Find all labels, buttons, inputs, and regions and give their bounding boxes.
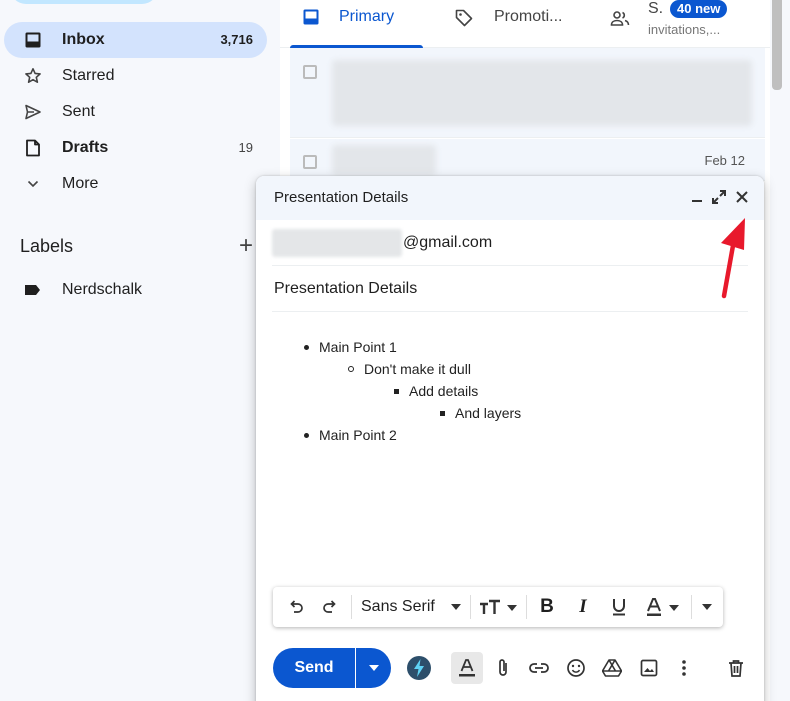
scrollbar-thumb[interactable]	[772, 0, 782, 90]
bullet-disc	[304, 345, 309, 350]
inbox-count: 3,716	[220, 32, 253, 47]
redacted-recipient	[272, 229, 402, 257]
formatting-options-icon[interactable]	[451, 652, 483, 684]
sidebar-item-label: More	[62, 175, 99, 192]
font-size-icon[interactable]	[479, 595, 519, 619]
sidebar-item-label: Inbox	[62, 31, 105, 48]
toolbar-divider	[470, 595, 471, 619]
expand-icon[interactable]	[710, 188, 728, 206]
inbox-icon	[24, 31, 42, 49]
tab-promotions[interactable]: Promoti...	[440, 0, 580, 48]
inbox-tab-icon	[302, 8, 320, 31]
sidebar: Inbox 3,716 Starred Sent Drafts 19 More …	[0, 0, 280, 701]
close-icon[interactable]	[733, 188, 751, 206]
recipients-field[interactable]: @gmail.com	[272, 220, 748, 266]
compose-window: Presentation Details @gmail.com Presenta…	[256, 176, 764, 701]
label-icon	[24, 282, 42, 303]
list-item-text: And layers	[455, 405, 522, 421]
list-item-text: Add details	[409, 383, 479, 399]
toolbar-divider	[351, 595, 352, 619]
list-item-text: Main Point 2	[319, 427, 397, 443]
new-count-badge: 40 new	[670, 0, 728, 18]
italic-icon[interactable]: I	[572, 595, 594, 619]
undo-icon[interactable]	[285, 595, 307, 619]
subject-value: Presentation Details	[274, 280, 418, 297]
compose-title: Presentation Details	[274, 189, 409, 206]
toolbar-divider	[526, 595, 527, 619]
tab-label: Promoti...	[494, 8, 563, 25]
tab-primary[interactable]: Primary	[290, 0, 423, 48]
bullet-square	[394, 389, 399, 394]
toolbar-divider	[691, 595, 692, 619]
attach-icon[interactable]	[491, 656, 515, 680]
bullet-circle	[348, 366, 354, 372]
compose-button[interactable]	[10, 0, 158, 4]
draft-icon	[24, 139, 42, 157]
labels-heading: Labels	[20, 236, 74, 256]
label-name: Nerdschalk	[62, 281, 143, 298]
row-checkbox[interactable]	[303, 65, 317, 79]
list-item: Don't make it dull	[348, 358, 471, 380]
sidebar-item-label: Starred	[62, 67, 115, 84]
category-tabs: Primary Promoti... S. 40 new invitations…	[280, 0, 770, 48]
sidebar-item-label: Drafts	[62, 139, 109, 156]
subject-field[interactable]: Presentation Details	[272, 266, 748, 312]
dropdown-arrow-icon[interactable]	[449, 595, 463, 619]
link-icon[interactable]	[527, 656, 551, 680]
send-options-button[interactable]	[356, 648, 391, 688]
redo-icon[interactable]	[319, 595, 341, 619]
list-item-text: Don't make it dull	[364, 361, 471, 377]
row-checkbox[interactable]	[303, 155, 317, 169]
text-color-icon[interactable]	[645, 595, 685, 619]
sidebar-item-more[interactable]: More	[4, 166, 267, 202]
bullet-disc	[304, 433, 309, 438]
more-formatting-icon[interactable]	[698, 595, 716, 619]
drive-icon[interactable]	[600, 656, 624, 680]
sidebar-item-sent[interactable]: Sent	[4, 94, 267, 130]
sidebar-item-inbox[interactable]: Inbox 3,716	[4, 22, 267, 58]
discard-draft-icon[interactable]	[724, 656, 748, 680]
people-icon	[610, 10, 630, 33]
list-item: Main Point 1	[304, 336, 397, 358]
sidebar-label-nerdschalk[interactable]: Nerdschalk	[4, 272, 267, 308]
font-family-select[interactable]: Sans Serif	[361, 598, 435, 616]
formatting-toolbar: Sans Serif B I	[273, 587, 723, 627]
bold-icon[interactable]: B	[536, 595, 558, 619]
star-icon	[24, 67, 42, 85]
drafts-count: 19	[238, 140, 253, 155]
redacted-sender	[332, 145, 436, 175]
sidebar-item-drafts[interactable]: Drafts 19	[4, 130, 267, 166]
ai-assist-icon[interactable]	[405, 654, 433, 682]
row-date: Feb 12	[704, 153, 745, 168]
annotation-arrow	[721, 218, 745, 299]
list-item: Main Point 2	[304, 424, 397, 446]
tag-icon	[454, 8, 474, 33]
recipient-domain: @gmail.com	[403, 234, 493, 251]
send-button[interactable]: Send	[273, 648, 355, 688]
tab-subtext: invitations,...	[648, 22, 721, 37]
email-row[interactable]	[290, 48, 765, 138]
compose-header[interactable]: Presentation Details	[256, 176, 764, 220]
send-icon	[24, 103, 42, 121]
tab-label: S.	[648, 0, 664, 17]
chevron-down-icon	[24, 175, 42, 193]
tab-social[interactable]: S. 40 new invitations,...	[600, 0, 770, 48]
list-item: Add details	[394, 380, 479, 402]
sidebar-item-label: Sent	[62, 103, 95, 120]
list-item-text: Main Point 1	[319, 339, 397, 355]
more-options-icon[interactable]	[672, 656, 696, 680]
tab-label: Primary	[339, 8, 395, 25]
bullet-square	[440, 411, 445, 416]
email-row[interactable]: Feb 12	[290, 139, 765, 181]
add-label-button[interactable]: +	[236, 234, 256, 258]
scrollbar-track[interactable]	[770, 0, 790, 701]
underline-icon[interactable]	[608, 595, 630, 619]
list-item: And layers	[440, 402, 522, 424]
insert-photo-icon[interactable]	[637, 656, 661, 680]
emoji-icon[interactable]	[564, 656, 588, 680]
redacted-preview	[332, 60, 752, 126]
sidebar-item-starred[interactable]: Starred	[4, 58, 267, 94]
minimize-icon[interactable]	[688, 188, 706, 206]
